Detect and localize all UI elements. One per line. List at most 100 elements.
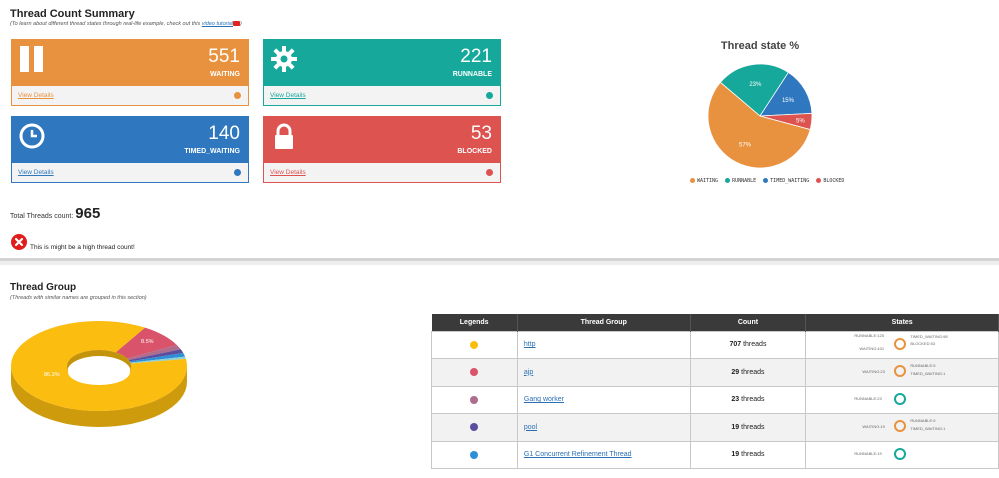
pie-data-label: 57% — [739, 143, 752, 149]
pause-icon — [18, 45, 46, 73]
state-ring-icon — [894, 447, 907, 460]
gear-icon — [271, 46, 297, 72]
header-count: Count — [690, 314, 807, 331]
thread-unit: threads — [741, 368, 765, 376]
state-label: RUNNABLE:5 — [910, 363, 936, 369]
arrow-right-icon[interactable] — [234, 169, 241, 176]
legend-item-runnable[interactable]: RUNNABLE — [725, 178, 756, 184]
legend-item-waiting[interactable]: WAITING — [690, 178, 718, 184]
donut-data-label: 8.5% — [141, 339, 154, 345]
youtube-icon — [232, 21, 240, 27]
thread-group-link[interactable]: ajp — [518, 369, 533, 376]
table-row: ajp 29 threads RUNNABLE:5 WAITING:23 TIMED_W… — [431, 358, 999, 387]
runnable-card: 221 RUNNABLE View Details — [263, 39, 501, 106]
blocked-label: BLOCKED — [457, 148, 492, 155]
state-ring-icon — [894, 420, 907, 433]
states-mini-chart: RUNNABLE:9 WAITING:19 TIMED_WAITING:1 — [806, 414, 998, 440]
state-label: RUNNABLE:9 — [910, 418, 936, 424]
arrow-right-icon[interactable] — [486, 92, 493, 99]
thread-count: 707 — [729, 341, 742, 349]
thread-group-link[interactable]: Gang worker — [518, 396, 564, 403]
legend-dot — [470, 340, 479, 349]
waiting-view-details-link[interactable]: View Details — [18, 92, 54, 99]
thread-unit: threads — [741, 423, 765, 431]
total-value: 965 — [75, 205, 101, 222]
state-label: TIMED_WAITING:1 — [910, 371, 946, 377]
total-label: Total Threads count: — [10, 213, 74, 220]
legend-dot — [470, 450, 479, 459]
warning-message: This is might be a high thread count! — [30, 244, 135, 251]
thread-group-title: Thread Group — [10, 282, 77, 293]
thread-unit: threads — [743, 341, 767, 349]
thread-group-link[interactable]: G1 Concurrent Refinement Thread — [518, 451, 632, 458]
summary-subtitle: (To learn about different thread states … — [10, 21, 242, 27]
lock-icon — [275, 123, 293, 149]
pie-data-label: 23% — [749, 82, 762, 88]
pie-data-label: 15% — [782, 98, 795, 104]
waiting-card: 551 WAITING View Details — [11, 39, 249, 106]
legend-dot — [470, 423, 479, 432]
pie-legend: WAITING RUNNABLE TIMED_WAITING BLOCKED — [690, 178, 844, 184]
legend-dot — [470, 395, 479, 404]
thread-group-subtitle: (Threads with similar names are grouped … — [10, 295, 147, 301]
states-mini-chart: RUNNABLE:23 — [806, 387, 998, 413]
thread-group-link[interactable]: http — [518, 341, 536, 348]
total-threads: Total Threads count: 965 — [10, 205, 100, 222]
thread-count: 19 — [731, 423, 740, 431]
legend-dot — [470, 368, 479, 377]
state-ring-icon — [894, 365, 907, 378]
state-label: BLOCKED:53 — [910, 340, 936, 346]
thread-count: 29 — [731, 368, 740, 376]
waiting-label: WAITING — [210, 71, 240, 78]
thread-group-donut-chart: 86.3% 8.5% — [11, 321, 188, 427]
thread-unit: threads — [741, 396, 765, 404]
header-legends: Legends — [431, 314, 518, 331]
pie-data-label: 5% — [796, 118, 805, 124]
error-x-icon — [11, 234, 27, 250]
thread-count: 23 — [731, 396, 740, 404]
arrow-right-icon[interactable] — [234, 92, 241, 99]
legend-item-timed-waiting[interactable]: TIMED_WAITING — [763, 178, 809, 184]
thread-state-pie-chart: 23% 15% 5% 57% — [707, 63, 813, 169]
thread-count: 19 — [731, 451, 740, 459]
arrow-right-icon[interactable] — [486, 169, 493, 176]
states-mini-chart: RUNNABLE:125 TIMED_WAITING:98 BLOCKED:53 WA… — [806, 332, 998, 358]
runnable-view-details-link[interactable]: View Details — [270, 92, 306, 99]
timed-waiting-view-details-link[interactable]: View Details — [18, 169, 54, 176]
legend-item-blocked[interactable]: BLOCKED — [816, 178, 844, 184]
header-thread-group: Thread Group — [517, 314, 691, 331]
state-ring-icon — [894, 337, 907, 350]
summary-title: Thread Count Summary — [10, 8, 135, 20]
state-label: TIMED_WAITING:1 — [910, 426, 946, 432]
state-ring-icon — [894, 392, 907, 405]
waiting-count: 551 — [208, 46, 240, 67]
timed-waiting-label: TIMED_WAITING — [184, 148, 240, 155]
donut-data-label: 86.3% — [44, 372, 60, 378]
state-label: WAITING:19 — [862, 424, 885, 430]
timed-waiting-count: 140 — [208, 123, 240, 144]
pie-title: Thread state % — [720, 40, 800, 52]
runnable-label: RUNNABLE — [452, 71, 492, 78]
blocked-card: 53 BLOCKED View Details — [263, 116, 501, 183]
state-label: TIMED_WAITING:98 — [910, 333, 948, 339]
thread-group-table: Legends Thread Group Count States http 70… — [431, 314, 999, 469]
timed-waiting-card: 140 TIMED_WAITING View Details — [11, 116, 249, 183]
video-tutorial-link[interactable]: video tutorial — [202, 21, 233, 27]
clock-icon — [19, 123, 45, 149]
state-label: RUNNABLE:23 — [854, 395, 882, 401]
table-row: G1 Concurrent Refinement Thread 19 thread… — [431, 440, 999, 469]
thread-group-link[interactable]: pool — [518, 424, 537, 431]
table-row: http 707 threads RUNNABLE:125 TIMED_WAITING… — [431, 330, 999, 359]
states-mini-chart: RUNNABLE:5 WAITING:23 TIMED_WAITING:1 — [806, 359, 998, 385]
state-label: RUNNABLE:125 — [854, 332, 884, 338]
thread-unit: threads — [741, 451, 765, 459]
blocked-view-details-link[interactable]: View Details — [270, 169, 306, 176]
state-label: WAITING:431 — [859, 345, 885, 351]
states-mini-chart: RUNNABLE:19 — [806, 442, 998, 468]
blocked-count: 53 — [470, 123, 492, 144]
state-label: WAITING:23 — [862, 369, 885, 375]
table-row: Gang worker 23 threads RUNNABLE:23 — [431, 385, 999, 414]
table-row: pool 19 threads RUNNABLE:9 WAITING:19 TIMED_… — [431, 413, 999, 442]
header-states: States — [805, 314, 999, 331]
subtitle-text: (To learn about different thread states … — [10, 21, 202, 27]
